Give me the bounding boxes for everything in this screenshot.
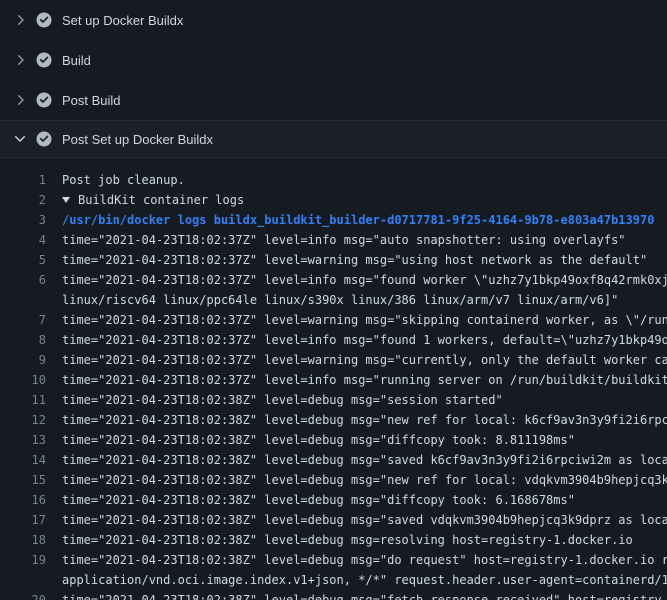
- log-line: 9 time="2021-04-23T18:02:37Z" level=warn…: [0, 350, 667, 370]
- log-line: 13 time="2021-04-23T18:02:38Z" level=deb…: [0, 430, 667, 450]
- chevron-right-icon[interactable]: [12, 12, 28, 28]
- log-line-number[interactable]: 5: [0, 250, 46, 270]
- log-line-number[interactable]: 12: [0, 410, 46, 430]
- log-line: 1 Post job cleanup.: [0, 170, 667, 190]
- log-line-number[interactable]: 14: [0, 450, 46, 470]
- check-circle-icon: [36, 12, 52, 28]
- log-line-number[interactable]: 10: [0, 370, 46, 390]
- log-line-text: time="2021-04-23T18:02:38Z" level=debug …: [62, 490, 575, 510]
- log-line-number[interactable]: 17: [0, 510, 46, 530]
- log-line-wrap: application/vnd.oci.image.index.v1+json,…: [0, 570, 667, 590]
- log-line-command: 3 /usr/bin/docker logs buildx_buildkit_b…: [0, 210, 667, 230]
- triangle-down-icon[interactable]: [62, 197, 70, 203]
- log-line: 7 time="2021-04-23T18:02:37Z" level=warn…: [0, 310, 667, 330]
- log-line-text: time="2021-04-23T18:02:37Z" level=info m…: [62, 330, 667, 350]
- log-line-text: time="2021-04-23T18:02:37Z" level=warnin…: [62, 310, 667, 330]
- log-line: 11 time="2021-04-23T18:02:38Z" level=deb…: [0, 390, 667, 410]
- log-line-text: time="2021-04-23T18:02:37Z" level=info m…: [62, 270, 667, 290]
- log-line-text: linux/riscv64 linux/ppc64le linux/s390x …: [62, 290, 618, 310]
- log-line: 20 time="2021-04-23T18:02:38Z" level=deb…: [0, 590, 667, 600]
- log-line-number[interactable]: 1: [0, 170, 46, 190]
- check-circle-icon: [36, 92, 52, 108]
- log-line: 10 time="2021-04-23T18:02:37Z" level=inf…: [0, 370, 667, 390]
- log-group-label: BuildKit container logs: [78, 193, 244, 207]
- log-line-number: [0, 290, 46, 310]
- log-line-number[interactable]: 4: [0, 230, 46, 250]
- step-header-build[interactable]: Build: [0, 40, 667, 80]
- log-line-number[interactable]: 8: [0, 330, 46, 350]
- log-line-text: time="2021-04-23T18:02:38Z" level=debug …: [62, 590, 667, 600]
- log-line-text: application/vnd.oci.image.index.v1+json,…: [62, 570, 667, 590]
- log-line-number[interactable]: 18: [0, 530, 46, 550]
- log-line-text: time="2021-04-23T18:02:37Z" level=info m…: [62, 230, 626, 250]
- chevron-right-icon[interactable]: [12, 52, 28, 68]
- step-header-post-setup-docker-buildx[interactable]: Post Set up Docker Buildx: [0, 120, 667, 158]
- log-line-text: time="2021-04-23T18:02:37Z" level=info m…: [62, 370, 667, 390]
- log-line-text: time="2021-04-23T18:02:38Z" level=debug …: [62, 510, 667, 530]
- check-circle-icon: [36, 131, 52, 147]
- log-line: 8 time="2021-04-23T18:02:37Z" level=info…: [0, 330, 667, 350]
- log-line-text: time="2021-04-23T18:02:38Z" level=debug …: [62, 530, 633, 550]
- log-command-text: /usr/bin/docker logs buildx_buildkit_bui…: [62, 210, 654, 230]
- log-line-number[interactable]: 11: [0, 390, 46, 410]
- log-line-text: time="2021-04-23T18:02:37Z" level=warnin…: [62, 350, 667, 370]
- log-line: 15 time="2021-04-23T18:02:38Z" level=deb…: [0, 470, 667, 490]
- log-line-text: time="2021-04-23T18:02:38Z" level=debug …: [62, 430, 575, 450]
- chevron-down-icon[interactable]: [12, 131, 28, 147]
- log-line: 12 time="2021-04-23T18:02:38Z" level=deb…: [0, 410, 667, 430]
- log-line-number[interactable]: 20: [0, 590, 46, 600]
- step-label: Set up Docker Buildx: [62, 13, 183, 28]
- log-line-group[interactable]: 2 BuildKit container logs: [0, 190, 667, 210]
- log-line-text: time="2021-04-23T18:02:38Z" level=debug …: [62, 470, 667, 490]
- step-label: Post Set up Docker Buildx: [62, 132, 213, 147]
- log-line-text: time="2021-04-23T18:02:38Z" level=debug …: [62, 450, 667, 470]
- log-line-number[interactable]: 9: [0, 350, 46, 370]
- log-line-text: time="2021-04-23T18:02:37Z" level=warnin…: [62, 250, 647, 270]
- log-line: 17 time="2021-04-23T18:02:38Z" level=deb…: [0, 510, 667, 530]
- log-line: 6 time="2021-04-23T18:02:37Z" level=info…: [0, 270, 667, 290]
- log-line: 5 time="2021-04-23T18:02:37Z" level=warn…: [0, 250, 667, 270]
- chevron-right-icon[interactable]: [12, 92, 28, 108]
- log-line: 14 time="2021-04-23T18:02:38Z" level=deb…: [0, 450, 667, 470]
- actions-log-viewer: Set up Docker Buildx Build Post Build Po…: [0, 0, 667, 600]
- log-group-text[interactable]: BuildKit container logs: [62, 190, 244, 210]
- step-header-setup-docker-buildx[interactable]: Set up Docker Buildx: [0, 0, 667, 40]
- check-circle-icon: [36, 52, 52, 68]
- log-line-number[interactable]: 19: [0, 550, 46, 570]
- log-line-text: time="2021-04-23T18:02:38Z" level=debug …: [62, 390, 503, 410]
- log-line-text: Post job cleanup.: [62, 170, 185, 190]
- log-line-number[interactable]: 15: [0, 470, 46, 490]
- log-line-number[interactable]: 3: [0, 210, 46, 230]
- log-line-number[interactable]: 6: [0, 270, 46, 290]
- log-line-number[interactable]: 13: [0, 430, 46, 450]
- log-line: 4 time="2021-04-23T18:02:37Z" level=info…: [0, 230, 667, 250]
- step-header-post-build[interactable]: Post Build: [0, 80, 667, 120]
- log-line: 19 time="2021-04-23T18:02:38Z" level=deb…: [0, 550, 667, 570]
- step-label: Post Build: [62, 93, 121, 108]
- log-line-text: time="2021-04-23T18:02:38Z" level=debug …: [62, 410, 667, 430]
- log-line-number[interactable]: 7: [0, 310, 46, 330]
- step-label: Build: [62, 53, 91, 68]
- log-body: 1 Post job cleanup. 2 BuildKit container…: [0, 158, 667, 600]
- log-line-number: [0, 570, 46, 590]
- log-line-number[interactable]: 16: [0, 490, 46, 510]
- log-line-number[interactable]: 2: [0, 190, 46, 210]
- log-line: 16 time="2021-04-23T18:02:38Z" level=deb…: [0, 490, 667, 510]
- log-line-wrap: linux/riscv64 linux/ppc64le linux/s390x …: [0, 290, 667, 310]
- log-line: 18 time="2021-04-23T18:02:38Z" level=deb…: [0, 530, 667, 550]
- log-line-text: time="2021-04-23T18:02:38Z" level=debug …: [62, 550, 667, 570]
